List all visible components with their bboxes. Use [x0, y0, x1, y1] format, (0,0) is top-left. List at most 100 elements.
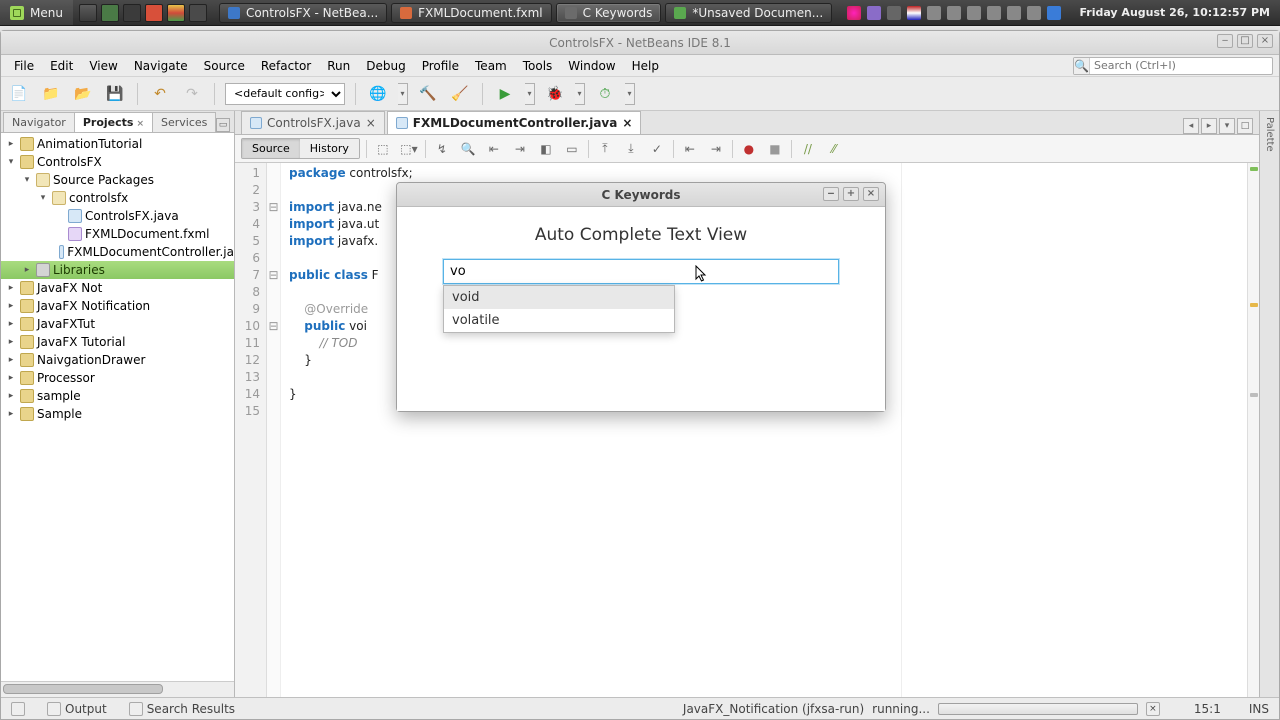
tree-hscrollbar[interactable]: [1, 681, 234, 697]
code-line[interactable]: package controlsfx;: [289, 165, 1241, 182]
tray-keyboard-icon[interactable]: [907, 6, 921, 20]
tree-node[interactable]: ▸JavaFX Not: [1, 279, 234, 297]
menu-window[interactable]: Window: [561, 57, 622, 75]
tree-node[interactable]: FXMLDocument.fxml: [1, 225, 234, 243]
firefox-icon[interactable]: [145, 4, 163, 22]
taskbar-task[interactable]: C Keywords: [556, 3, 662, 23]
menu-profile[interactable]: Profile: [415, 57, 466, 75]
app-close-button[interactable]: ×: [863, 187, 879, 201]
tree-twisty-icon[interactable]: ▸: [5, 408, 17, 420]
taskbar-task[interactable]: FXMLDocument.fxml: [391, 3, 552, 23]
ide-titlebar[interactable]: ControlsFX - NetBeans IDE 8.1 ‒ □ ×: [1, 31, 1279, 55]
chrome-icon[interactable]: [167, 4, 185, 22]
output-button[interactable]: Output: [43, 700, 111, 718]
os-menu-button[interactable]: Menu: [0, 0, 73, 25]
file-manager-icon[interactable]: [101, 4, 119, 22]
stripe-mark-warning[interactable]: [1250, 303, 1258, 307]
macro-rec-button[interactable]: ●: [739, 139, 759, 159]
tray-music-icon[interactable]: [847, 6, 861, 20]
minimize-button[interactable]: ‒: [1217, 34, 1233, 48]
error-stripe[interactable]: [1247, 163, 1259, 697]
left-tab-navigator[interactable]: Navigator: [3, 112, 75, 132]
shift-right-button[interactable]: ⇥: [706, 139, 726, 159]
tray-volume-icon[interactable]: [967, 6, 981, 20]
autocomplete-item[interactable]: void: [444, 286, 674, 309]
profile-button[interactable]: ⏱: [593, 82, 617, 106]
left-tab-services[interactable]: Services: [152, 112, 216, 132]
editor-tab[interactable]: FXMLDocumentController.java×: [387, 111, 642, 134]
menu-run[interactable]: Run: [320, 57, 357, 75]
tree-node[interactable]: ▾Source Packages: [1, 171, 234, 189]
history-tab[interactable]: History: [300, 139, 359, 158]
debug-button[interactable]: 🐞: [543, 82, 567, 106]
global-search[interactable]: 🔍: [1073, 57, 1273, 75]
close-tab-icon[interactable]: ×: [366, 116, 376, 130]
clock[interactable]: Friday August 26, 10:12:57 PM: [1069, 6, 1280, 19]
tray-battery-icon[interactable]: [1027, 6, 1041, 20]
menu-navigate[interactable]: Navigate: [127, 57, 195, 75]
tree-node[interactable]: ▸JavaFX Notification: [1, 297, 234, 315]
search-results-button[interactable]: Search Results: [125, 700, 239, 718]
project-tree[interactable]: ▸AnimationTutorial▾ControlsFX▾Source Pac…: [1, 133, 234, 681]
debug-dropdown[interactable]: ▾: [575, 83, 585, 105]
find-next-button[interactable]: ⇥: [510, 139, 530, 159]
left-tab-projects[interactable]: Projects×: [74, 112, 153, 132]
tree-twisty-icon[interactable]: ▸: [5, 390, 17, 402]
fold-column[interactable]: ⊟ ⊟ ⊟: [267, 163, 281, 697]
clean-button[interactable]: 🧹: [448, 82, 472, 106]
last-edit-button[interactable]: ↯: [432, 139, 452, 159]
menu-refactor[interactable]: Refactor: [254, 57, 318, 75]
next-bm-button[interactable]: ⤓: [621, 139, 641, 159]
show-desktop-icon[interactable]: [79, 4, 97, 22]
tree-twisty-icon[interactable]: ▾: [21, 174, 33, 186]
find-prev-button[interactable]: ⇤: [484, 139, 504, 159]
run-dropdown[interactable]: ▾: [525, 83, 535, 105]
undo-button[interactable]: ↶: [148, 82, 172, 106]
config-select[interactable]: <default config>: [225, 83, 345, 105]
close-tab-icon[interactable]: ×: [622, 116, 632, 130]
nav-fwd-button[interactable]: ⬚▾: [399, 139, 419, 159]
tab-prev-button[interactable]: ◂: [1183, 118, 1199, 134]
terminal-icon[interactable]: [123, 4, 141, 22]
tree-node[interactable]: FXMLDocumentController.ja: [1, 243, 234, 261]
tree-twisty-icon[interactable]: ▸: [5, 336, 17, 348]
fold-handle[interactable]: ⊟: [267, 267, 280, 284]
fold-handle[interactable]: ⊟: [267, 318, 280, 335]
menu-view[interactable]: View: [82, 57, 124, 75]
tree-node[interactable]: ▾controlsfx: [1, 189, 234, 207]
comment-button[interactable]: //: [798, 139, 818, 159]
new-file-button[interactable]: 📄: [7, 82, 31, 106]
tray-updates-icon[interactable]: [947, 6, 961, 20]
menu-help[interactable]: Help: [625, 57, 666, 75]
menu-source[interactable]: Source: [197, 57, 252, 75]
tree-twisty-icon[interactable]: ▸: [5, 372, 17, 384]
menu-edit[interactable]: Edit: [43, 57, 80, 75]
menu-tools[interactable]: Tools: [516, 57, 560, 75]
profile-dropdown[interactable]: ▾: [625, 83, 635, 105]
tree-twisty-icon[interactable]: ▸: [21, 264, 33, 276]
tray-user-icon[interactable]: [867, 6, 881, 20]
config-combo[interactable]: <default config>: [225, 83, 345, 105]
macro-stop-button[interactable]: ■: [765, 139, 785, 159]
find-sel-button[interactable]: 🔍: [458, 139, 478, 159]
tab-max-button[interactable]: □: [1237, 118, 1253, 134]
tree-twisty-icon[interactable]: ▸: [5, 300, 17, 312]
tab-list-button[interactable]: ▾: [1219, 118, 1235, 134]
tree-node[interactable]: ▾ControlsFX: [1, 153, 234, 171]
tree-twisty-icon[interactable]: ▸: [5, 318, 17, 330]
tree-node[interactable]: ControlsFX.java: [1, 207, 234, 225]
build-button[interactable]: 🌐: [366, 82, 390, 106]
tree-node[interactable]: ▸AnimationTutorial: [1, 135, 234, 153]
source-history-toggle[interactable]: Source History: [241, 138, 360, 159]
tree-twisty-icon[interactable]: [53, 210, 65, 222]
palette-label[interactable]: Palette: [1264, 111, 1275, 152]
editor-tab[interactable]: ControlsFX.java×: [241, 111, 385, 134]
close-button[interactable]: ×: [1257, 34, 1273, 48]
clean-build-button[interactable]: 🔨: [416, 82, 440, 106]
tree-node[interactable]: ▸Libraries: [1, 261, 234, 279]
run-button[interactable]: ▶: [493, 82, 517, 106]
running-task[interactable]: JavaFX_Notification (jfxsa-run) running.…: [683, 702, 1160, 716]
taskbar-task[interactable]: ControlsFX - NetBea...: [219, 3, 387, 23]
maximize-button[interactable]: □: [1237, 34, 1253, 48]
open-project-button[interactable]: 📂: [71, 82, 95, 106]
